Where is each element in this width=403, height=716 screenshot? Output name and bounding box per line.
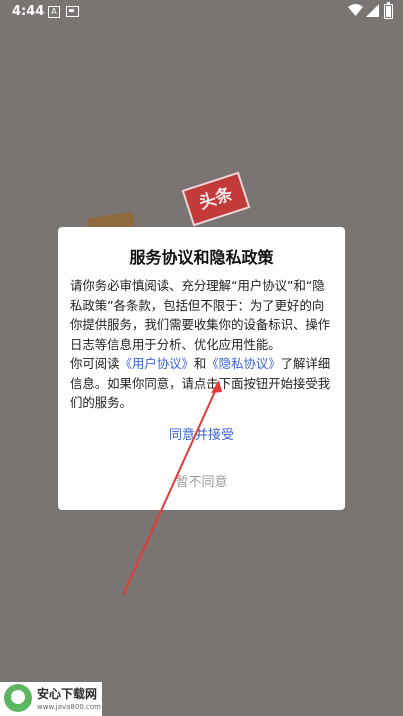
- watermark-title: 安心下载网: [37, 687, 98, 701]
- watermark-url: www.java800.com: [37, 703, 101, 711]
- watermark: 安心下载网 www.java800.com: [0, 682, 102, 716]
- heart-logo-icon: [4, 684, 32, 712]
- annotation-arrow: [122, 380, 222, 596]
